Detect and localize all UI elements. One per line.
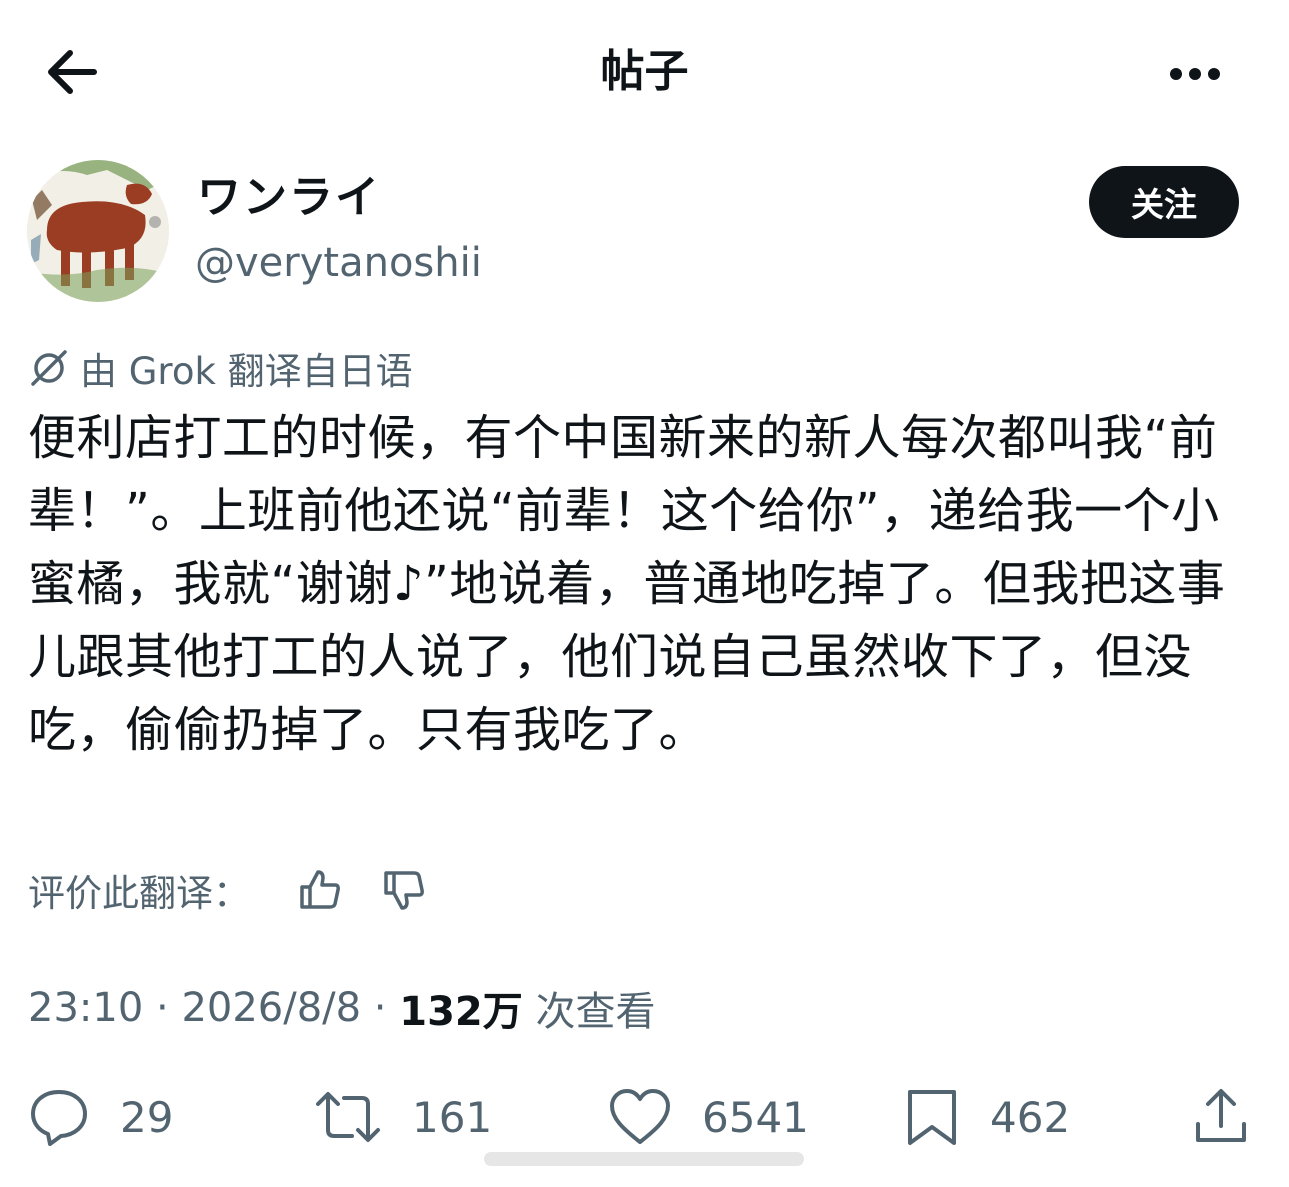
share-button[interactable]	[1190, 1085, 1282, 1149]
reply-icon	[31, 1090, 87, 1146]
post-date: 2026/8/8	[181, 985, 362, 1031]
repost-count: 161	[412, 1092, 493, 1142]
thumbs-up-button[interactable]	[290, 860, 350, 920]
thumbs-down-button[interactable]	[374, 860, 434, 920]
more-horizontal-icon	[1170, 68, 1220, 80]
repost-button[interactable]: 161	[314, 1085, 492, 1149]
translation-note: 由 Grok 翻译自日语	[28, 340, 413, 396]
more-button[interactable]	[1158, 46, 1238, 102]
display-name[interactable]: ワンライ	[197, 170, 381, 226]
meta-separator: ·	[143, 985, 182, 1031]
bookmark-button[interactable]: 462	[904, 1085, 1070, 1149]
post-text: 便利店打工的时候，有个中国新来的新人每次都叫我“前辈！”。上班前他还说“前辈！这…	[28, 410, 1226, 758]
page-title: 帖子	[600, 46, 689, 97]
bookmark-icon	[908, 1090, 956, 1145]
action-bar: 29 161 6541 462	[0, 1085, 1289, 1149]
reply-count: 29	[120, 1092, 174, 1142]
watermark-bar	[484, 1152, 804, 1166]
views-label: 次查看	[522, 989, 656, 1035]
post-meta: 23:10 · 2026/8/8 · 132万 次查看	[28, 978, 655, 1038]
share-icon	[1196, 1089, 1246, 1142]
follow-button[interactable]: 关注	[1089, 166, 1239, 238]
grok-icon	[31, 350, 67, 386]
rate-label: 评价此翻译：	[28, 872, 250, 915]
heart-icon	[610, 1089, 670, 1144]
reply-button[interactable]: 29	[28, 1085, 173, 1149]
user-handle[interactable]: @verytanoshii	[195, 236, 482, 290]
views-count[interactable]: 132万	[399, 979, 523, 1037]
like-button[interactable]: 6541	[608, 1085, 809, 1149]
like-count: 6541	[702, 1092, 809, 1142]
repost-icon	[316, 1092, 380, 1142]
avatar-drawing	[27, 160, 169, 302]
meta-separator: ·	[361, 985, 400, 1031]
bookmark-count: 462	[990, 1092, 1071, 1142]
post-time: 23:10	[28, 985, 144, 1031]
thumbs-down-icon	[384, 871, 424, 910]
avatar[interactable]	[27, 160, 169, 302]
thumbs-up-icon	[300, 870, 340, 909]
translation-label: 由 Grok 翻译自日语	[80, 350, 413, 393]
rate-translation: 评价此翻译：	[28, 860, 434, 920]
